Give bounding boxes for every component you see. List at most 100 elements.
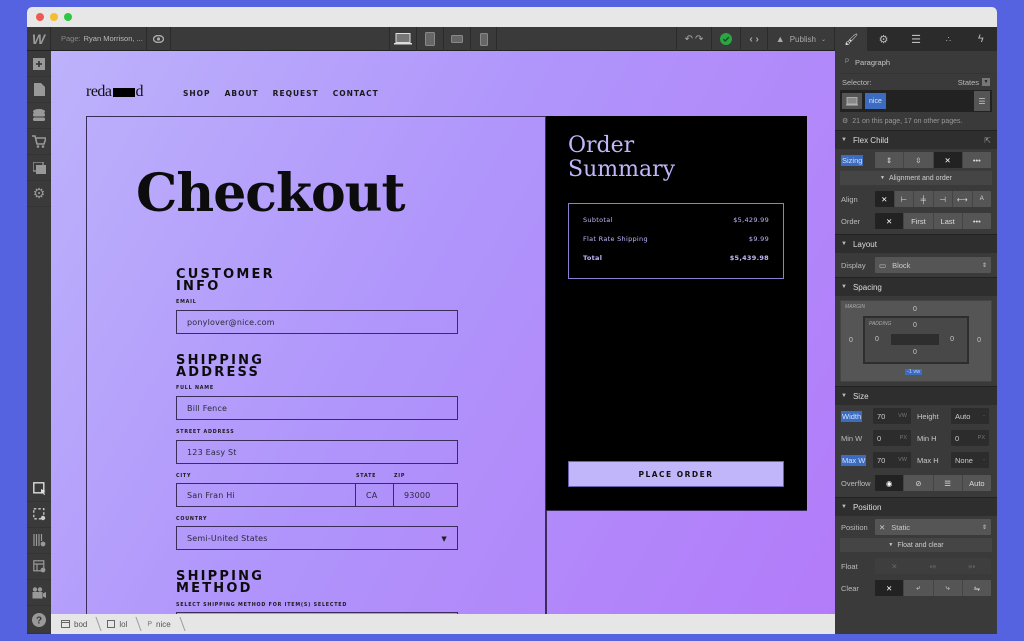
help-button[interactable]: ? [27,606,51,634]
breadcrumb-body[interactable]: bod [51,614,97,634]
breakpoint-mobile-portrait[interactable] [470,27,497,51]
overflow-hidden-button[interactable]: ⊘ [904,475,934,491]
sizing-more-button[interactable]: ••• [963,152,991,168]
nav-shop[interactable]: SHOP [183,89,211,98]
margin-top[interactable]: 0 [913,306,917,313]
expand-icon[interactable]: ⇱ [984,136,991,145]
margin-left[interactable]: 0 [849,337,853,344]
street-address-field[interactable]: 123 Easy St [176,440,458,464]
padding-top[interactable]: 0 [913,322,917,329]
place-order-button[interactable]: PLACE ORDER [568,461,784,487]
overflow-visible-button[interactable]: ◉ [875,475,905,491]
show-edges-button[interactable] [27,502,51,528]
preview-layout-button[interactable] [27,554,51,580]
close-window-button[interactable] [36,13,44,21]
tab-navigator[interactable]: ☰ [900,27,932,51]
breakpoint-desktop[interactable] [389,27,416,51]
class-tag[interactable]: nice [865,93,886,109]
display-select[interactable]: ▭ Block ⇕ [875,257,991,273]
design-canvas[interactable]: reda d SHOP ABOUT REQUEST CONTACT Checkou… [51,51,835,614]
clear-right-button[interactable]: ⤷ [934,580,963,596]
cms-button[interactable] [27,103,51,129]
breadcrumb-paragraph[interactable]: P nice [137,614,180,634]
tab-style[interactable]: 🖌 [835,27,868,51]
align-center-button[interactable]: ╪ [914,191,934,207]
customer-info-heading[interactable]: CUSTOMER INFO [176,268,275,293]
order-first-button[interactable]: First [904,213,934,229]
shipping-address-heading[interactable]: SHIPPING ADDRESS [176,354,264,379]
overflow-auto-button[interactable]: Auto [963,475,991,491]
tab-style-manager[interactable]: ∴ [932,27,964,51]
position-select[interactable]: ✕ Static ⇕ [875,519,991,535]
shipping-method-heading[interactable]: SHIPPING METHOD [176,570,264,595]
section-layout[interactable]: ▼ Layout [835,234,997,253]
align-auto-button[interactable]: ✕ [875,191,895,207]
padding-left[interactable]: 0 [875,336,879,343]
full-name-field[interactable]: Bill Fence [176,396,458,420]
alignment-order-toggle[interactable]: ▼ Alignment and order [840,171,992,185]
min-width-input[interactable]: 0 PX [873,430,911,446]
margin-bottom[interactable]: -1 vw [905,369,923,375]
padding-bottom[interactable]: 0 [913,349,917,356]
country-select[interactable]: Semi-United States ▼ [176,526,458,550]
float-clear-toggle[interactable]: ▼ Float and clear [840,538,992,552]
breadcrumb-div[interactable]: lol [97,614,137,634]
min-height-input[interactable]: 0 PX [951,430,989,446]
breakpoint-tablet[interactable] [416,27,443,51]
padding-right[interactable]: 0 [950,336,954,343]
site-logo[interactable]: reda d [86,83,144,101]
preview-button[interactable] [147,26,171,51]
order-more-button[interactable]: ••• [963,213,991,229]
sizing-none-button[interactable]: ✕ [933,152,963,168]
sizing-grow-button[interactable]: ⇳ [904,152,934,168]
clear-both-button[interactable]: ⇋ [963,580,991,596]
tab-settings[interactable]: ⚙ [867,27,899,51]
ecommerce-button[interactable] [27,129,51,155]
tab-interactions[interactable]: ϟ [965,27,997,51]
max-height-input[interactable]: None - [951,452,989,468]
state-field[interactable]: CA [355,483,394,507]
project-settings-button[interactable]: ⚙ [27,181,51,207]
align-stretch-button[interactable]: ⟷ [953,191,973,207]
city-field[interactable]: San Fran Hi [176,483,356,507]
sizing-shrink-button[interactable]: ⇕ [875,152,905,168]
clear-left-button[interactable]: ⤶ [904,580,934,596]
max-width-input[interactable]: 70 VW [873,452,911,468]
nav-contact[interactable]: CONTACT [333,89,379,98]
order-last-button[interactable]: Last [934,213,963,229]
save-status[interactable] [711,27,740,51]
nav-request[interactable]: REQUEST [273,89,319,98]
float-left-button[interactable]: ▪≡ [914,558,953,574]
float-none-button[interactable]: ✕ [875,558,914,574]
assets-button[interactable] [27,155,51,181]
order-summary-title[interactable]: Order Summary [568,134,675,182]
redo-icon[interactable]: ↷ [695,34,703,45]
publish-button[interactable]: ▲ Publish ⌄ [766,27,835,51]
section-spacing[interactable]: ▼ Spacing [835,277,997,296]
margin-right[interactable]: 0 [977,337,981,344]
xray-button[interactable] [27,528,51,554]
add-elements-button[interactable] [27,51,51,77]
align-end-button[interactable]: ⊣ [934,191,953,207]
page-selector[interactable]: Page: Ryan Morrison, ... [51,26,147,51]
align-start-button[interactable]: ⊢ [895,191,914,207]
selector-options-button[interactable]: ☰ [974,91,990,111]
email-field[interactable]: ponylover@nice.com [176,310,458,334]
select-tool-button[interactable] [27,476,51,502]
section-flex-child[interactable]: ▼ Flex Child ⇱ [835,130,997,149]
section-size[interactable]: ▼ Size [835,386,997,405]
width-input[interactable]: 70 VW [873,408,911,424]
breakpoint-mobile-landscape[interactable] [443,27,470,51]
undo-icon[interactable]: ↶ [685,34,693,45]
nav-about[interactable]: ABOUT [225,89,259,98]
webflow-logo[interactable]: W [27,26,51,51]
align-baseline-button[interactable]: A [973,191,992,207]
minimize-window-button[interactable] [50,13,58,21]
float-right-button[interactable]: ≡▪ [952,558,991,574]
height-input[interactable]: Auto - [951,408,989,424]
selector-field[interactable]: nice ☰ [840,90,992,112]
overflow-scroll-button[interactable]: ☰ [934,475,963,491]
zip-field[interactable]: 93000 [393,483,458,507]
order-none-button[interactable]: ✕ [875,213,905,229]
video-tutorials-button[interactable] [27,580,51,606]
